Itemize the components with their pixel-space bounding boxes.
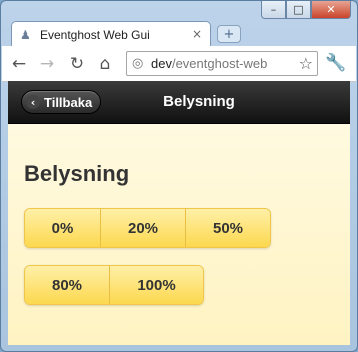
header-title: Belysning — [163, 93, 235, 110]
address-path: /eventghost-web — [171, 56, 268, 71]
page-info-icon[interactable]: ◎ — [132, 56, 143, 71]
tab-close-icon[interactable]: × — [192, 27, 202, 41]
back-arrow-icon[interactable]: ← — [8, 53, 30, 75]
forward-arrow-icon[interactable]: → — [36, 53, 58, 75]
tab-favicon-icon: ♟ — [20, 27, 31, 42]
address-bar[interactable]: ◎ dev/eventghost-web ☆ — [126, 51, 318, 76]
web-page: ‹ Tillbaka Belysning Belysning 0% 20% 50… — [8, 81, 350, 345]
home-icon[interactable]: ⌂ — [94, 53, 116, 75]
browser-window: – □ ✕ ♟ Eventghost Web Gui × + ← → ↻ ⌂ ◎… — [0, 0, 358, 352]
wrench-menu-icon[interactable]: 🔧 — [325, 53, 346, 73]
new-tab-button[interactable]: + — [217, 25, 241, 43]
browser-tab[interactable]: ♟ Eventghost Web Gui × — [11, 21, 211, 47]
window-controls: – □ ✕ — [261, 1, 351, 19]
maximize-button[interactable]: □ — [286, 1, 311, 19]
app-header: ‹ Tillbaka Belysning — [8, 81, 350, 124]
level-button-100[interactable]: 100% — [109, 266, 203, 304]
browser-toolbar: ← → ↻ ⌂ ◎ dev/eventghost-web ☆ 🔧 — [2, 46, 356, 82]
minimize-button[interactable]: – — [261, 1, 286, 19]
tab-title: Eventghost Web Gui — [40, 27, 150, 42]
level-button-50[interactable]: 50% — [185, 209, 270, 247]
level-button-group-1: 0% 20% 50% — [24, 208, 271, 248]
level-button-20[interactable]: 20% — [100, 209, 185, 247]
page-title: Belysning — [24, 161, 130, 186]
level-button-80[interactable]: 80% — [25, 266, 109, 304]
close-window-button[interactable]: ✕ — [311, 1, 351, 19]
reload-icon[interactable]: ↻ — [66, 53, 88, 75]
level-button-0[interactable]: 0% — [25, 209, 100, 247]
bookmark-star-icon[interactable]: ☆ — [298, 54, 313, 73]
level-button-group-2: 80% 100% — [24, 265, 204, 305]
address-host: dev — [151, 56, 172, 71]
